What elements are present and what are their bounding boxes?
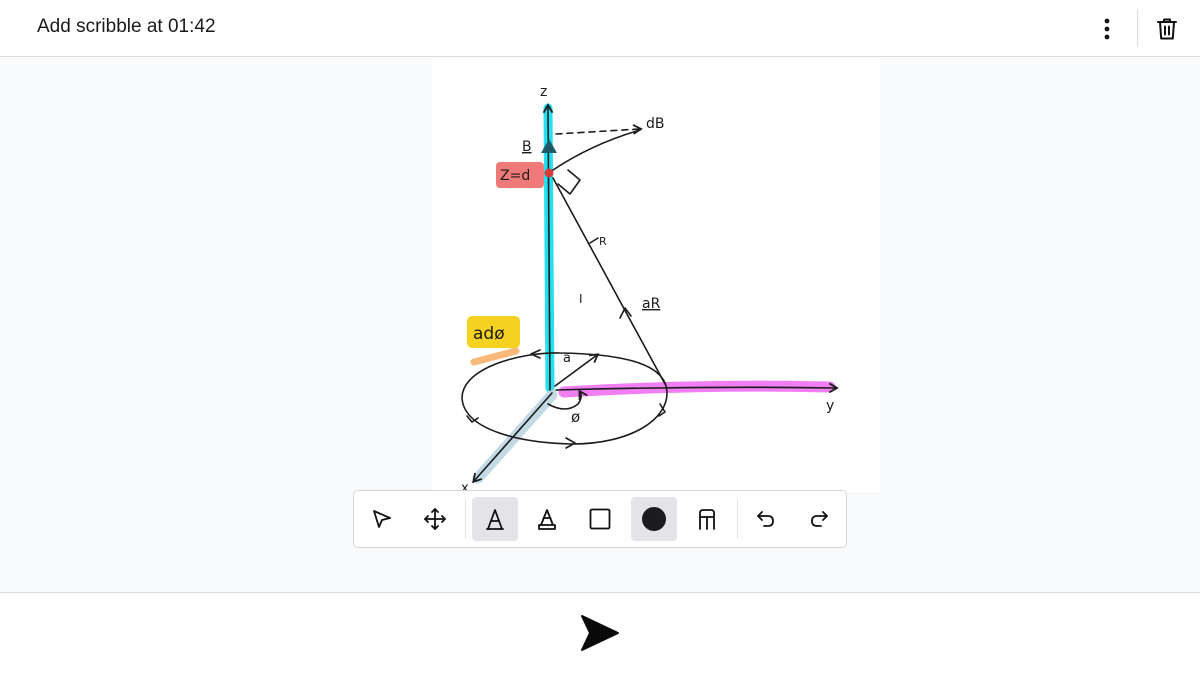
redo-icon <box>811 511 828 527</box>
b-label: B <box>522 139 532 155</box>
ar-label: aR <box>642 296 661 312</box>
highlighter-tool-icon <box>538 509 556 530</box>
highlighter-tool-button[interactable] <box>524 497 570 541</box>
footer-bar <box>0 592 1200 675</box>
send-button[interactable] <box>572 605 628 661</box>
rectangle-tool-button[interactable] <box>577 497 623 541</box>
more-menu-button[interactable] <box>1090 12 1124 46</box>
z-axis-label: z <box>540 84 547 100</box>
pan-tool-button[interactable] <box>412 497 458 541</box>
move-icon <box>424 508 446 530</box>
pointer-icon <box>373 510 391 528</box>
select-tool-button[interactable] <box>359 497 405 541</box>
color-swatch-icon <box>642 507 666 531</box>
pen-tool-button[interactable] <box>472 497 518 541</box>
delete-button[interactable] <box>1150 12 1184 46</box>
undo-icon <box>757 511 774 527</box>
pen-tool-icon <box>486 509 504 530</box>
db-label: dB <box>646 116 665 132</box>
page-title: Add scribble at 01:42 <box>37 16 216 37</box>
color-picker-button[interactable] <box>631 497 677 541</box>
z-d-point <box>544 168 554 178</box>
phi-label: ø <box>571 408 580 426</box>
adphi-label: adø <box>473 324 505 344</box>
eraser-icon <box>699 509 715 530</box>
trash-icon <box>1157 18 1177 40</box>
y-axis-label: y <box>826 398 834 414</box>
radius-a-label: a <box>563 351 571 366</box>
eraser-tool-button[interactable] <box>684 497 730 541</box>
r-label: R <box>599 235 607 248</box>
current-i-label: I <box>579 292 583 306</box>
header: Add scribble at 01:42 <box>0 0 1200 57</box>
toolbar-divider <box>737 499 738 539</box>
undo-button[interactable] <box>743 497 789 541</box>
redo-button[interactable] <box>796 497 842 541</box>
toolbar-divider <box>465 499 466 539</box>
scribble-canvas[interactable]: z dB B Z=d R I aR adø a ø y x <box>0 58 1200 592</box>
square-icon <box>589 508 611 530</box>
send-icon <box>581 615 619 651</box>
z-eq-d-label: Z=d <box>500 168 530 184</box>
more-vertical-icon <box>1104 18 1110 40</box>
drawing-toolbar <box>353 490 847 548</box>
header-divider <box>1137 9 1138 47</box>
